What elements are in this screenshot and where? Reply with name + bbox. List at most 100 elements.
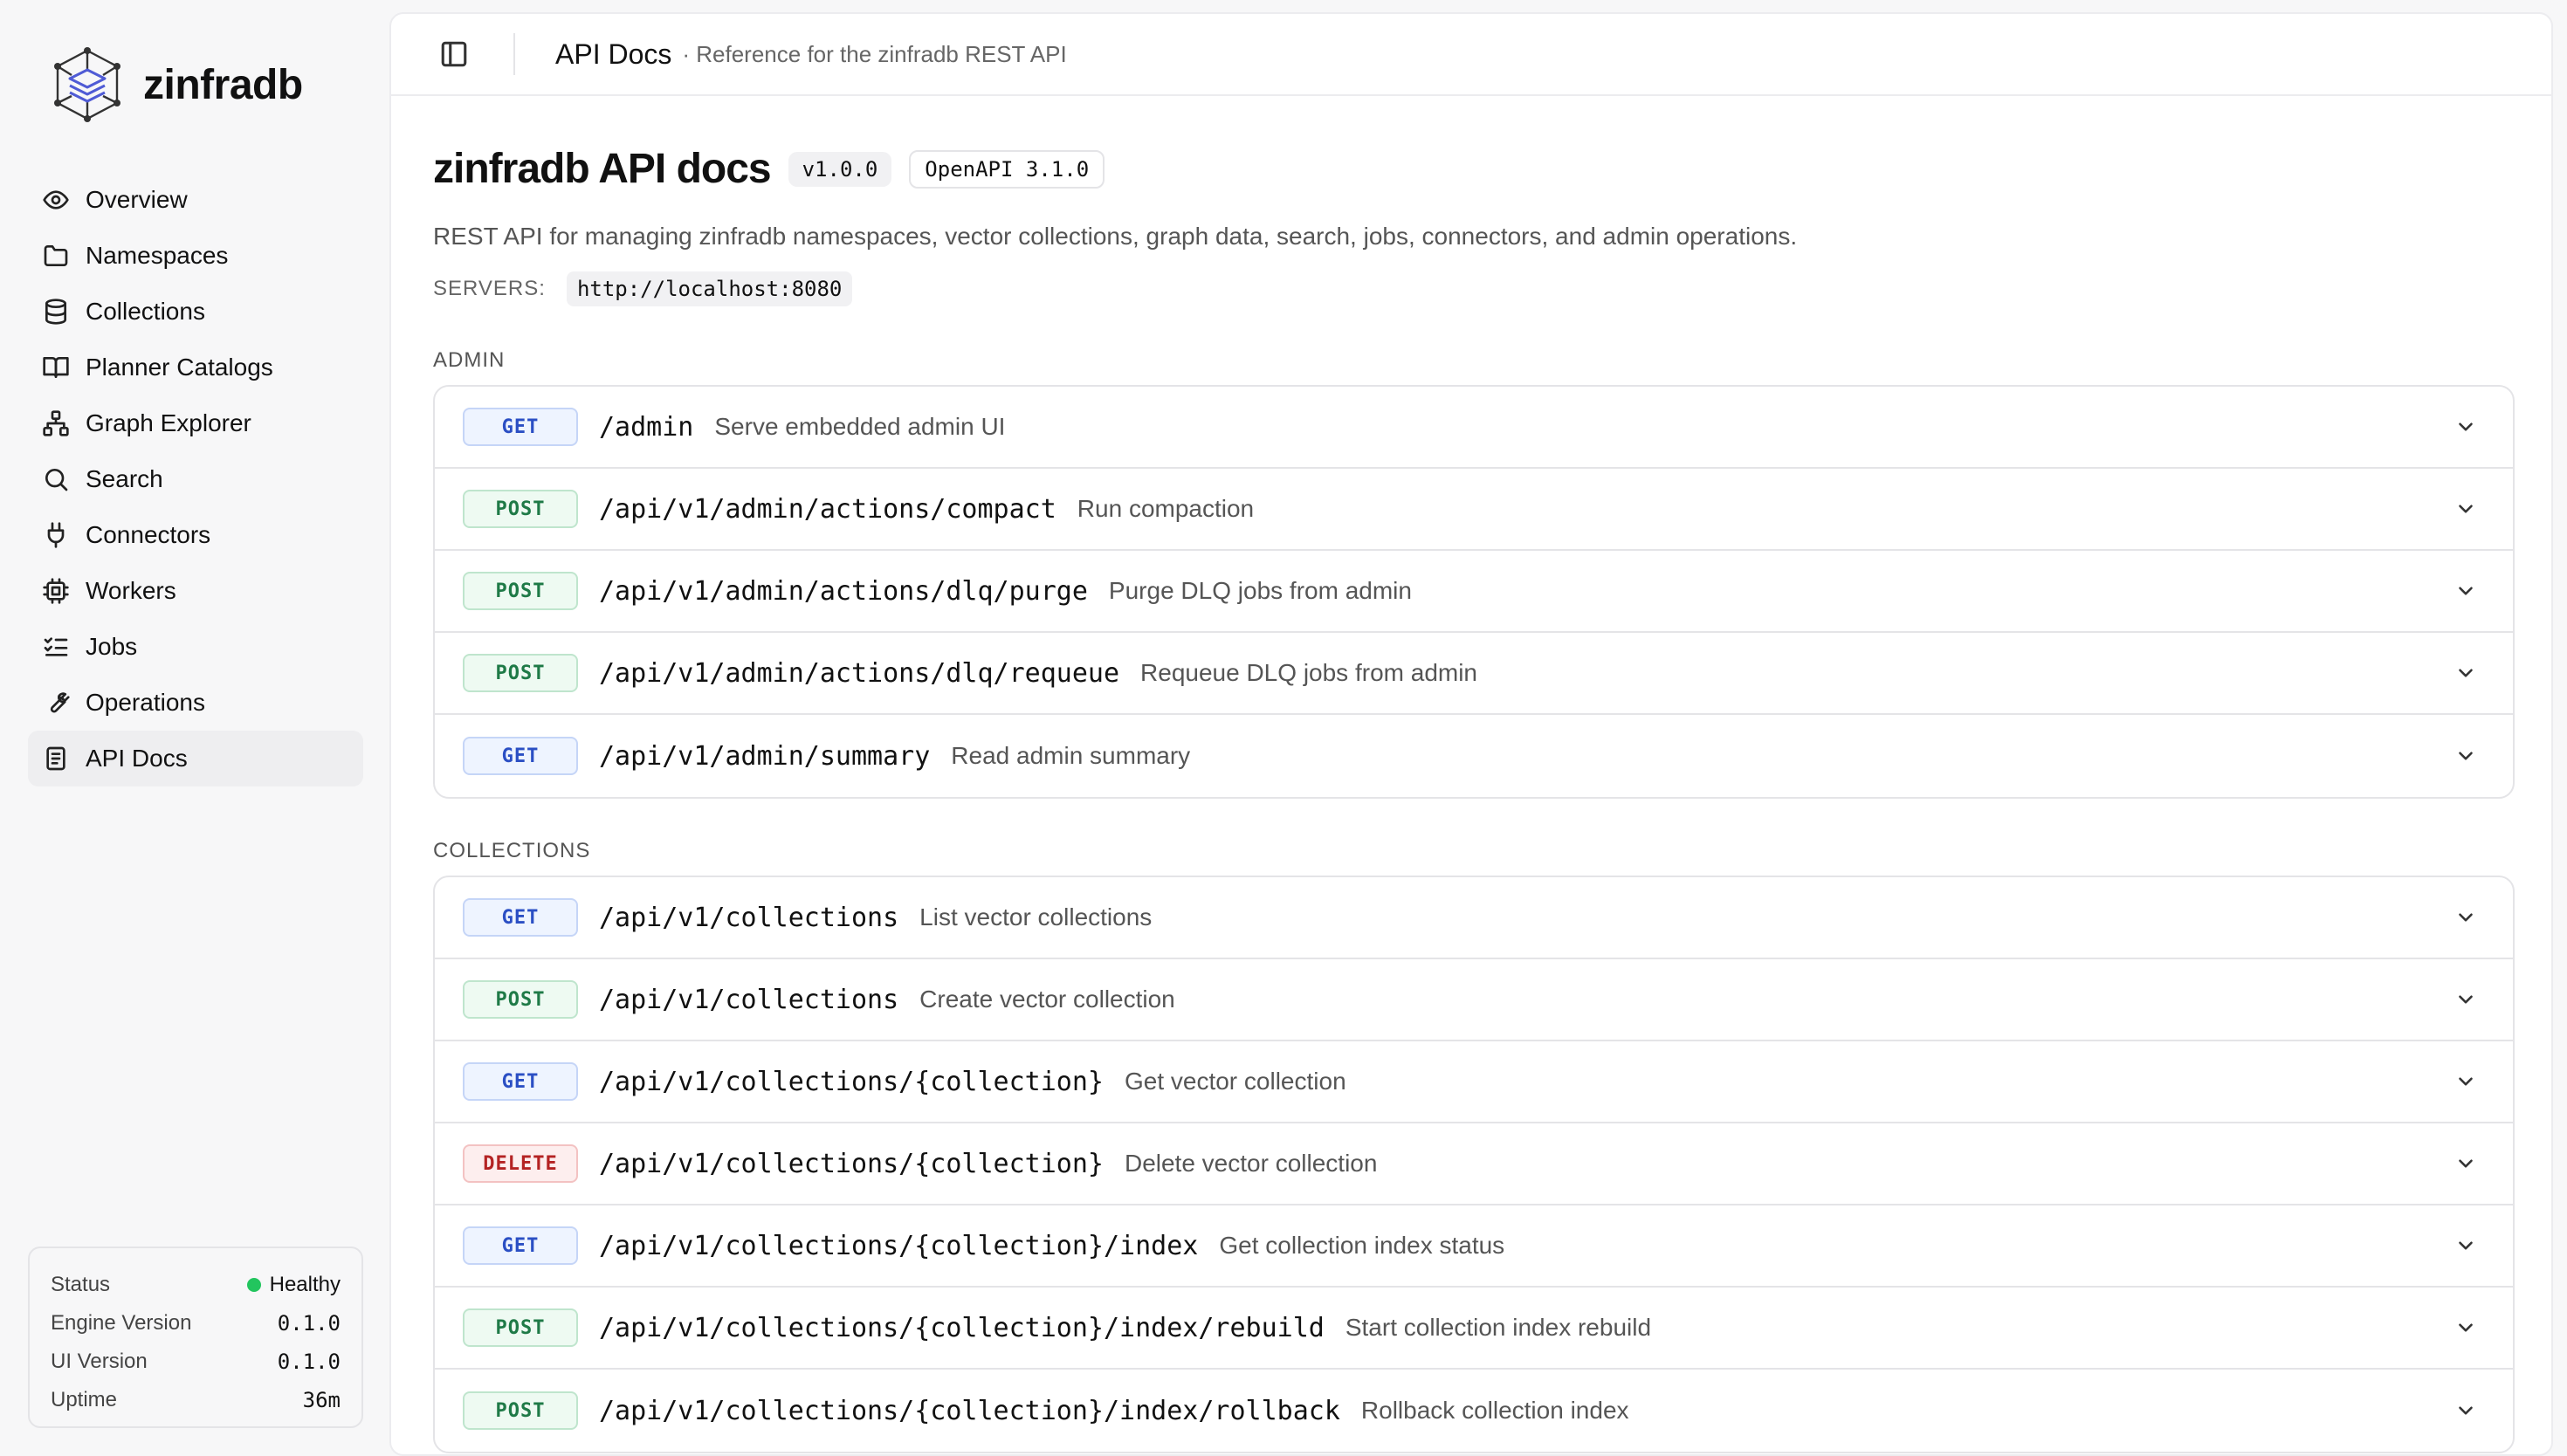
- endpoint-summary: Purge DLQ jobs from admin: [1108, 577, 1412, 604]
- endpoint-summary: List vector collections: [919, 903, 1153, 931]
- sidebar-toggle-icon: [441, 41, 467, 67]
- sidebar-item-workers[interactable]: Workers: [28, 563, 363, 619]
- chevron-down-icon[interactable]: [2453, 1069, 2478, 1094]
- uptime-value: 36m: [302, 1388, 341, 1412]
- sidebar-item-label: Connectors: [86, 521, 211, 548]
- endpoint-row[interactable]: POST/api/v1/collections/{collection}/ind…: [435, 1370, 2513, 1452]
- endpoint-path: /api/v1/collections/{collection}: [599, 1066, 1104, 1097]
- sidebar: zinfradb Overview Namespaces Collections Pl…: [0, 0, 389, 1456]
- endpoint-summary: Create vector collection: [919, 986, 1175, 1013]
- sidebar-item-operations[interactable]: Operations: [28, 675, 363, 731]
- chevron-down-icon[interactable]: [2453, 1398, 2478, 1423]
- endpoint-row[interactable]: POST/api/v1/admin/actions/dlq/requeue Req…: [435, 633, 2513, 715]
- topbar: API Docs · Reference for the zinfradb RE…: [391, 14, 2551, 96]
- chevron-down-icon[interactable]: [2453, 987, 2478, 1012]
- api-docs-content: zinfradb API docs v1.0.0 OpenAPI 3.1.0 R…: [433, 145, 2515, 1453]
- engine-version-row: Engine Version 0.1.0: [51, 1304, 341, 1343]
- sidebar-item-namespaces[interactable]: Namespaces: [28, 228, 363, 284]
- method-badge: POST: [463, 654, 578, 692]
- ui-version-row: UI Version 0.1.0: [51, 1343, 341, 1381]
- method-badge: GET: [463, 408, 578, 446]
- ui-version-value: 0.1.0: [277, 1350, 341, 1374]
- health-dot-icon: [246, 1278, 261, 1292]
- endpoint-row[interactable]: POST/api/v1/admin/actions/compact Run com…: [435, 469, 2513, 551]
- method-badge: GET: [463, 1226, 578, 1265]
- endpoint-row[interactable]: POST/api/v1/collections/{collection}/ind…: [435, 1288, 2513, 1370]
- server-url[interactable]: http://localhost:8080: [566, 271, 853, 306]
- sidebar-item-jobs[interactable]: Jobs: [28, 619, 363, 675]
- method-badge: POST: [463, 1308, 578, 1347]
- uptime-row: Uptime 36m: [51, 1381, 341, 1419]
- sidebar-item-collections[interactable]: Collections: [28, 284, 363, 340]
- endpoint-row[interactable]: GET/api/v1/admin/summary Read admin summa…: [435, 715, 2513, 797]
- endpoint-path: /api/v1/admin/actions/dlq/requeue: [599, 657, 1120, 689]
- zinfradb-logo-icon: [51, 45, 124, 124]
- sidebar-item-graph-explorer[interactable]: Graph Explorer: [28, 395, 363, 451]
- chevron-down-icon[interactable]: [2453, 1315, 2478, 1340]
- section-label-admin: ADMIN: [433, 348, 506, 372]
- sidebar-item-label: Search: [86, 465, 163, 492]
- sidebar-item-api-docs[interactable]: API Docs: [28, 731, 363, 786]
- sidebar-item-planner-catalogs[interactable]: Planner Catalogs: [28, 340, 363, 395]
- endpoint-row[interactable]: GET/admin Serve embedded admin UI: [435, 387, 2513, 469]
- endpoint-summary: Serve embedded admin UI: [714, 413, 1006, 440]
- page-title: zinfradb API docs: [433, 146, 772, 192]
- endpoint-summary: Requeue DLQ jobs from admin: [1140, 659, 1478, 686]
- sidebar-item-label: Operations: [86, 689, 205, 716]
- method-badge: POST: [463, 1391, 578, 1430]
- wrench-icon: [40, 687, 72, 718]
- sidebar-item-label: Jobs: [86, 633, 138, 660]
- status-row: Status Healthy: [51, 1266, 341, 1304]
- endpoint-path: /api/v1/collections: [599, 902, 899, 933]
- sidebar-nav: Overview Namespaces Collections Planner Cat…: [28, 172, 363, 786]
- eye-icon: [40, 184, 72, 216]
- sidebar-item-search[interactable]: Search: [28, 451, 363, 507]
- method-badge: GET: [463, 898, 578, 937]
- title-row: zinfradb API docs v1.0.0 OpenAPI 3.1.0: [433, 145, 2515, 193]
- servers-row: SERVERS: http://localhost:8080: [433, 271, 2515, 306]
- endpoint-row[interactable]: GET/api/v1/collections List vector collec…: [435, 877, 2513, 959]
- endpoint-path: /api/v1/admin/actions/dlq/purge: [599, 575, 1088, 607]
- endpoint-row[interactable]: GET/api/v1/collections/{collection} Get v…: [435, 1041, 2513, 1123]
- endpoint-row[interactable]: DELETE/api/v1/collections/{collection} De…: [435, 1123, 2513, 1205]
- document-icon: [40, 743, 72, 774]
- endpoint-group-admin: GET/admin Serve embedded admin UI POST/api…: [433, 385, 2515, 799]
- main-panel: API Docs · Reference for the zinfradb RE…: [389, 12, 2553, 1456]
- method-badge: POST: [463, 980, 578, 1019]
- chevron-down-icon[interactable]: [2453, 415, 2478, 439]
- chevron-down-icon[interactable]: [2453, 744, 2478, 768]
- sidebar-item-label: Collections: [86, 298, 205, 325]
- chevron-down-icon[interactable]: [2453, 579, 2478, 603]
- chevron-down-icon[interactable]: [2453, 497, 2478, 521]
- sidebar-item-label: Namespaces: [86, 242, 229, 269]
- sidebar-item-label: Planner Catalogs: [86, 354, 273, 381]
- status-label: Status: [51, 1273, 111, 1296]
- sidebar-toggle-button[interactable]: [426, 26, 482, 82]
- topbar-divider: [513, 33, 515, 75]
- endpoint-path: /api/v1/collections: [599, 984, 899, 1015]
- sidebar-item-label: Graph Explorer: [86, 409, 251, 436]
- book-open-icon: [40, 352, 72, 383]
- folder-icon: [40, 240, 72, 271]
- status-card: Status Healthy Engine Version 0.1.0 UI V…: [28, 1247, 363, 1428]
- chevron-down-icon[interactable]: [2453, 661, 2478, 685]
- engine-version-value: 0.1.0: [277, 1311, 341, 1336]
- topbar-title: API Docs: [555, 38, 672, 70]
- brand[interactable]: zinfradb: [51, 45, 303, 124]
- endpoint-path: /api/v1/admin/actions/compact: [599, 493, 1056, 525]
- endpoint-summary: Get vector collection: [1124, 1068, 1346, 1095]
- uptime-label: Uptime: [51, 1388, 118, 1411]
- chevron-down-icon[interactable]: [2453, 1151, 2478, 1176]
- endpoint-row[interactable]: GET/api/v1/collections/{collection}/inde…: [435, 1205, 2513, 1288]
- topbar-subtitle: · Reference for the zinfradb REST API: [682, 40, 1067, 67]
- sidebar-item-connectors[interactable]: Connectors: [28, 507, 363, 563]
- chevron-down-icon[interactable]: [2453, 1233, 2478, 1258]
- method-badge: GET: [463, 737, 578, 775]
- list-checks-icon: [40, 631, 72, 663]
- sidebar-item-overview[interactable]: Overview: [28, 172, 363, 228]
- endpoint-row[interactable]: POST/api/v1/admin/actions/dlq/purge Purge…: [435, 551, 2513, 633]
- endpoint-row[interactable]: POST/api/v1/collections Create vector col…: [435, 959, 2513, 1041]
- sidebar-item-label: Overview: [86, 186, 188, 213]
- endpoint-path: /admin: [599, 411, 694, 443]
- chevron-down-icon[interactable]: [2453, 905, 2478, 930]
